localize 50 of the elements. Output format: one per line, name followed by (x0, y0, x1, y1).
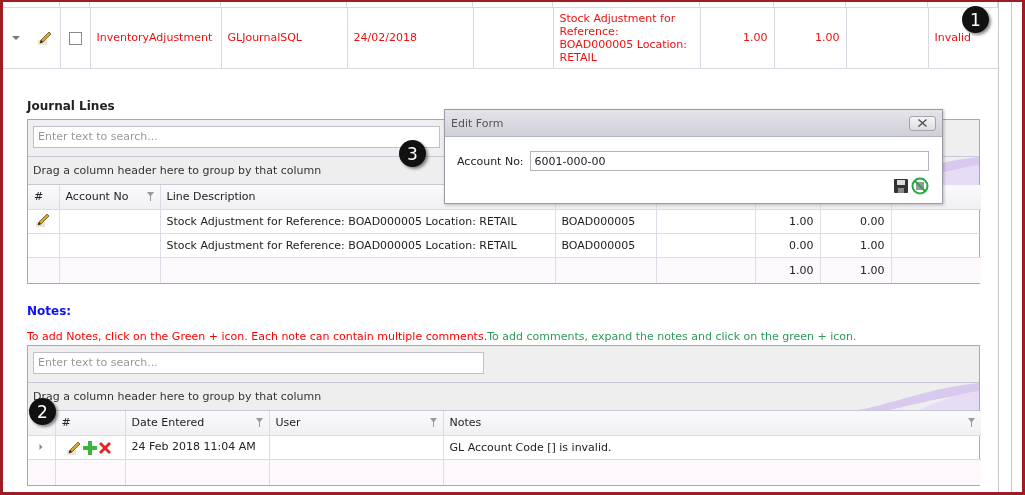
table-cell: 24 Feb 2018 11:04 AM (131, 440, 256, 453)
table-cell: BOAD000005 (561, 239, 636, 252)
total-cell: 1.00 (789, 263, 814, 277)
search-field[interactable]: Enter text to search... (33, 125, 440, 148)
filter-icon[interactable] (255, 418, 263, 428)
add-icon[interactable] (82, 440, 97, 455)
expand-arrow-icon[interactable] (38, 443, 45, 451)
column-header[interactable]: User (275, 416, 301, 430)
dialog-title: Edit Form (451, 116, 504, 130)
table-cell: 1.00 (789, 215, 814, 228)
edit-pencil-icon[interactable] (65, 439, 82, 456)
checkbox[interactable] (68, 31, 82, 45)
table-cell: GLJournalSQL (227, 31, 302, 45)
table-cell: BOAD000005 (561, 215, 636, 228)
account-field[interactable]: 6001-000-00 (529, 151, 929, 171)
close-icon (918, 119, 927, 127)
table-cell: 1.00 (860, 239, 885, 252)
filter-icon[interactable] (968, 418, 975, 428)
total-cell: 1.00 (860, 263, 885, 277)
table-cell: Stock Adjustment for Reference: BOAD000005 Location: RETAIL (166, 215, 517, 228)
section-title: Notes: (27, 303, 73, 320)
column-header[interactable]: Notes (449, 416, 482, 430)
instruction-text: To add comments, expand the notes and click on the green + icon. (487, 329, 857, 343)
filter-icon[interactable] (146, 192, 154, 202)
table-cell: Stock Adjustment for Reference: BOAD000005 Location: RETAIL (166, 239, 517, 252)
table-cell: 0.00 (789, 239, 814, 252)
table-cell: InventoryAdjustment (96, 31, 213, 45)
table-cell: 1.00 (815, 31, 840, 45)
close-button[interactable] (909, 115, 936, 131)
table-cell: Stock Adjustment for Reference: BOAD000005 Location: RETAIL (559, 11, 688, 64)
edit-pencil-icon[interactable] (35, 212, 52, 228)
field-label: Account No: (457, 154, 524, 168)
table-cell: GL Account Code [] is invalid. (449, 441, 612, 454)
group-hint: Drag a column header here to group by that column (33, 163, 322, 177)
column-header[interactable]: Line Description (166, 190, 256, 204)
edit-pencil-icon[interactable] (37, 29, 53, 46)
status-text: Invalid (934, 31, 972, 45)
save-icon[interactable] (894, 179, 908, 193)
table-cell: 1.00 (743, 31, 768, 45)
column-header[interactable]: # (34, 190, 44, 204)
search-field[interactable]: Enter text to search... (33, 351, 484, 374)
expand-arrow-icon[interactable] (12, 33, 20, 42)
callout-badge: 1 (962, 6, 989, 33)
column-header[interactable]: # (61, 416, 71, 430)
table-cell: 0.00 (860, 215, 885, 228)
table-cell: 24/02/2018 (353, 31, 417, 45)
delete-icon[interactable] (97, 440, 112, 455)
section-title: Journal Lines (27, 98, 116, 115)
instruction-text: To add Notes, click on the Green + icon. Each note can contain multiple comments. (27, 329, 488, 343)
filter-icon[interactable] (429, 418, 437, 428)
